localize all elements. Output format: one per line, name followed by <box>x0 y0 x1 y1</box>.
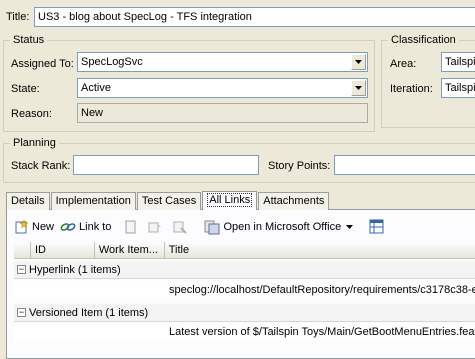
table-row[interactable]: speclog://localhost/DefaultRepository/re… <box>14 281 475 299</box>
column-options-icon <box>369 219 384 234</box>
title-input[interactable]: US3 - blog about SpecLog - TFS integrati… <box>34 7 475 27</box>
tab-implementation[interactable]: Implementation <box>50 192 136 210</box>
link-to-button[interactable]: Link to <box>57 216 114 238</box>
toolbar-separator <box>117 219 119 235</box>
group-row-hyperlink[interactable]: − Hyperlink (1 items) <box>14 261 475 279</box>
story-points-input[interactable] <box>334 155 475 175</box>
planning-heading: Planning <box>10 137 59 149</box>
assigned-to-label: Assigned To: <box>11 58 74 70</box>
toolbar-separator <box>197 219 199 235</box>
tab-test-cases[interactable]: Test Cases <box>136 192 202 210</box>
select-column-header[interactable] <box>14 242 31 258</box>
collapse-icon[interactable]: − <box>17 265 26 274</box>
new-link-icon <box>15 219 29 234</box>
link-title: Latest version of $/Tailspin Toys/Main/G… <box>169 326 475 338</box>
links-toolbar: New Link to Open in Microsoft Office <box>10 215 475 239</box>
area-label: Area: <box>390 58 417 70</box>
delete-link-button[interactable] <box>169 216 194 238</box>
dropdown-arrow-icon <box>346 225 354 229</box>
tab-strip: Details Implementation Test Cases All Li… <box>6 191 330 210</box>
stack-rank-input[interactable] <box>73 155 259 175</box>
toolbar-separator <box>362 219 364 235</box>
iteration-value: Tailspin <box>445 82 475 94</box>
delete-link-icon <box>173 221 188 234</box>
status-heading: Status <box>10 34 48 46</box>
open-in-office-icon <box>204 220 220 235</box>
tab-all-links[interactable]: All Links <box>202 191 258 210</box>
classification-heading: Classification <box>388 34 459 46</box>
column-options-button[interactable] <box>366 216 391 238</box>
area-value: Tailspin <box>445 56 475 68</box>
edit-link-button[interactable] <box>144 216 169 238</box>
work-item-column-header[interactable]: Work Item... <box>95 242 165 258</box>
edit-link-icon <box>148 221 162 233</box>
state-combo[interactable]: Active <box>77 78 368 98</box>
table-row[interactable]: Latest version of $/Tailspin Toys/Main/G… <box>14 323 475 341</box>
iteration-combo[interactable]: Tailspin <box>441 78 475 98</box>
assigned-to-combo[interactable]: SpecLogSvc <box>77 52 368 72</box>
tab-details[interactable]: Details <box>6 192 50 210</box>
open-in-office-label: Open in Microsoft Office <box>223 221 342 233</box>
title-value: US3 - blog about SpecLog - TFS integrati… <box>38 11 252 23</box>
chevron-down-icon[interactable] <box>351 80 366 96</box>
document-icon <box>125 220 136 234</box>
reason-field: New <box>77 103 368 123</box>
chain-link-icon <box>60 223 76 231</box>
stack-rank-label: Stack Rank: <box>11 160 71 172</box>
assigned-to-value: SpecLogSvc <box>81 56 143 68</box>
link-title: speclog://localhost/DefaultRepository/re… <box>169 284 475 296</box>
area-combo[interactable]: Tailspin <box>441 52 475 72</box>
open-item-button[interactable] <box>121 216 144 238</box>
chevron-down-icon[interactable] <box>351 54 366 70</box>
group-label: Hyperlink (1 items) <box>29 263 121 276</box>
group-label: Versioned Item (1 items) <box>29 306 149 319</box>
id-column-header[interactable]: ID <box>31 242 95 258</box>
title-label: Title: <box>6 11 30 23</box>
state-value: Active <box>81 82 111 94</box>
group-row-versioned-item[interactable]: − Versioned Item (1 items) <box>14 304 475 322</box>
link-to-label: Link to <box>79 221 112 233</box>
open-in-office-button[interactable]: Open in Microsoft Office <box>201 216 359 238</box>
tab-attachments[interactable]: Attachments <box>258 192 330 210</box>
links-grid-header: ID Work Item... Title <box>14 242 475 259</box>
state-label: State: <box>11 83 40 95</box>
title-column-header[interactable]: Title <box>165 242 475 258</box>
new-label: New <box>32 221 55 233</box>
iteration-label: Iteration: <box>390 83 433 95</box>
reason-value: New <box>81 107 104 119</box>
reason-label: Reason: <box>11 108 52 120</box>
collapse-icon[interactable]: − <box>17 308 26 317</box>
story-points-label: Story Points: <box>268 160 331 172</box>
new-button[interactable]: New <box>10 216 57 238</box>
